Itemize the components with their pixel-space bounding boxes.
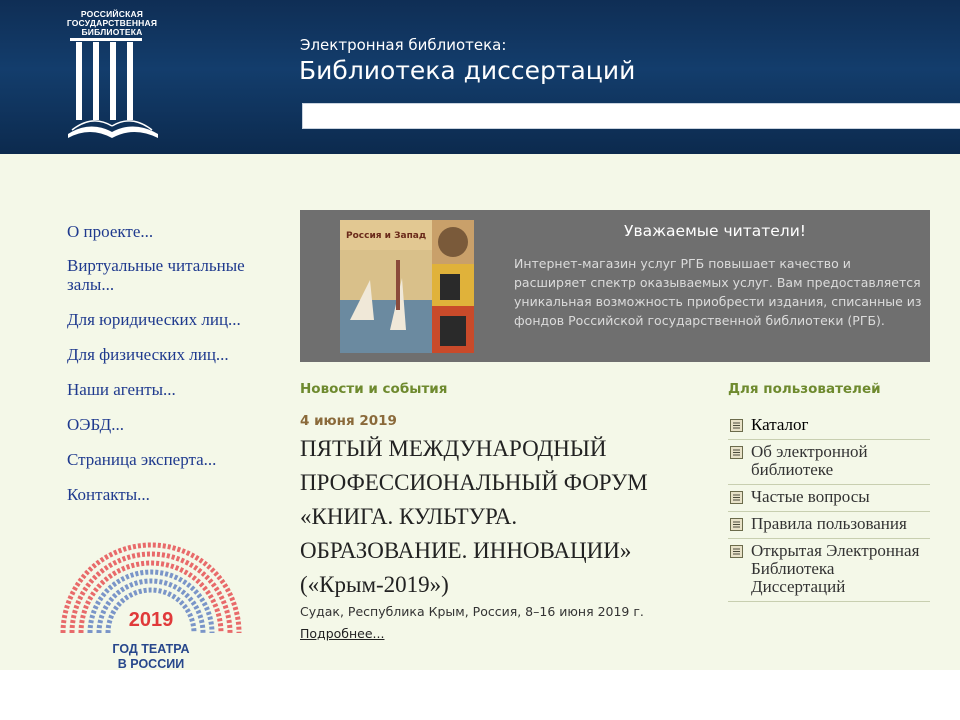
nav-item-expert[interactable]: Страница эксперта... xyxy=(67,450,282,469)
nav-item-contacts[interactable]: Контакты... xyxy=(67,485,282,504)
rgb-logo[interactable]: РОССИЙСКАЯ ГОСУДАРСТВЕННАЯ БИБЛИОТЕКА xyxy=(62,10,162,140)
news-title-line-5: («Крым-2019») xyxy=(300,572,449,597)
document-icon xyxy=(730,491,743,504)
library-columns-icon xyxy=(68,38,158,138)
site-header: РОССИЙСКАЯ ГОСУДАРСТВЕННАЯ БИБЛИОТЕКА Эл… xyxy=(0,0,960,154)
nav-item-legal-entities[interactable]: Для юридических лиц... xyxy=(67,310,282,329)
nav-link-oebd[interactable]: ОЭБД... xyxy=(67,415,124,434)
users-item-catalog[interactable]: Каталог xyxy=(728,413,930,440)
header-subtitle: Электронная библиотека: xyxy=(300,36,507,54)
header-title: Библиотека диссертаций xyxy=(299,56,636,85)
news-title-line-4: ОБРАЗОВАНИЕ. ИННОВАЦИИ» xyxy=(300,538,632,563)
search-input[interactable] xyxy=(302,103,960,129)
news-heading: Новости и события xyxy=(300,381,448,397)
users-link-about-library[interactable]: Об электронной библиотеке xyxy=(751,442,868,479)
users-link-catalog[interactable]: Каталог xyxy=(751,415,809,434)
book-cover-title: Россия и Запад xyxy=(346,231,426,241)
nav-link-legal-entities[interactable]: Для юридических лиц... xyxy=(67,310,241,329)
users-link-faq[interactable]: Частые вопросы xyxy=(751,487,870,506)
news-date: 4 июня 2019 xyxy=(300,413,397,429)
nav-item-virtual-halls[interactable]: Виртуальные читальные залы... xyxy=(67,256,282,294)
banner-title: Уважаемые читатели! xyxy=(624,222,806,240)
nav-link-agents[interactable]: Наши агенты... xyxy=(67,380,176,399)
users-heading: Для пользователей xyxy=(728,381,881,397)
theatre-caption: ГОД ТЕАТРА В РОССИИ xyxy=(55,642,247,670)
theatre-year: 2019 xyxy=(128,609,174,631)
readers-banner[interactable]: Россия и Запад Уважаемые читатели! Интер… xyxy=(300,210,930,362)
nav-link-virtual-halls[interactable]: Виртуальные читальные залы... xyxy=(67,256,245,294)
nav-link-about[interactable]: О проекте... xyxy=(67,222,153,241)
logo-line-3: БИБЛИОТЕКА xyxy=(81,27,143,37)
nav-link-individuals[interactable]: Для физических лиц... xyxy=(67,345,229,364)
document-icon xyxy=(730,446,743,459)
theatre-year-logo[interactable]: 2019 ГОД ТЕАТРА В РОССИИ xyxy=(55,523,247,670)
users-panel: Каталог Об электронной библиотеке Частые… xyxy=(728,413,930,602)
nav-link-expert[interactable]: Страница эксперта... xyxy=(67,450,216,469)
nav-item-agents[interactable]: Наши агенты... xyxy=(67,380,282,399)
nav-item-individuals[interactable]: Для физических лиц... xyxy=(67,345,282,364)
news-title[interactable]: ПЯТЫЙ МЕЖДУНАРОДНЫЙ ПРОФЕССИОНАЛЬНЫЙ ФОР… xyxy=(300,432,710,602)
theatre-caption-line-2: В РОССИИ xyxy=(117,657,185,670)
news-place: Судак, Республика Крым, Россия, 8–16 июн… xyxy=(300,604,644,619)
users-link-open-library[interactable]: Открытая Электронная Библиотека Диссерта… xyxy=(751,541,919,596)
news-title-line-2: ПРОФЕССИОНАЛЬНЫЙ ФОРУМ xyxy=(300,470,648,495)
nav-item-about[interactable]: О проекте... xyxy=(67,222,282,241)
users-item-rules[interactable]: Правила пользования xyxy=(728,512,930,539)
news-more-link[interactable]: Подробнее... xyxy=(300,626,384,641)
users-item-about-library[interactable]: Об электронной библиотеке xyxy=(728,440,930,485)
users-item-faq[interactable]: Частые вопросы xyxy=(728,485,930,512)
users-link-rules[interactable]: Правила пользования xyxy=(751,514,907,533)
document-icon xyxy=(730,419,743,432)
logo-text: РОССИЙСКАЯ ГОСУДАРСТВЕННАЯ БИБЛИОТЕКА xyxy=(62,10,162,37)
users-item-open-library[interactable]: Открытая Электронная Библиотека Диссерта… xyxy=(728,539,930,602)
nav-item-oebd[interactable]: ОЭБД... xyxy=(67,415,282,434)
left-nav: О проекте... Виртуальные читальные залы.… xyxy=(67,222,282,520)
nav-link-contacts[interactable]: Контакты... xyxy=(67,485,150,504)
theatre-caption-line-1: ГОД ТЕАТРА xyxy=(112,642,190,656)
news-title-line-1: ПЯТЫЙ МЕЖДУНАРОДНЫЙ xyxy=(300,436,607,461)
news-title-line-3: «КНИГА. КУЛЬТУРА. xyxy=(300,504,518,529)
book-covers-image: Россия и Запад xyxy=(340,220,474,353)
document-icon xyxy=(730,518,743,531)
banner-text: Интернет-магазин услуг РГБ повышает каче… xyxy=(514,256,922,328)
document-icon xyxy=(730,545,743,558)
